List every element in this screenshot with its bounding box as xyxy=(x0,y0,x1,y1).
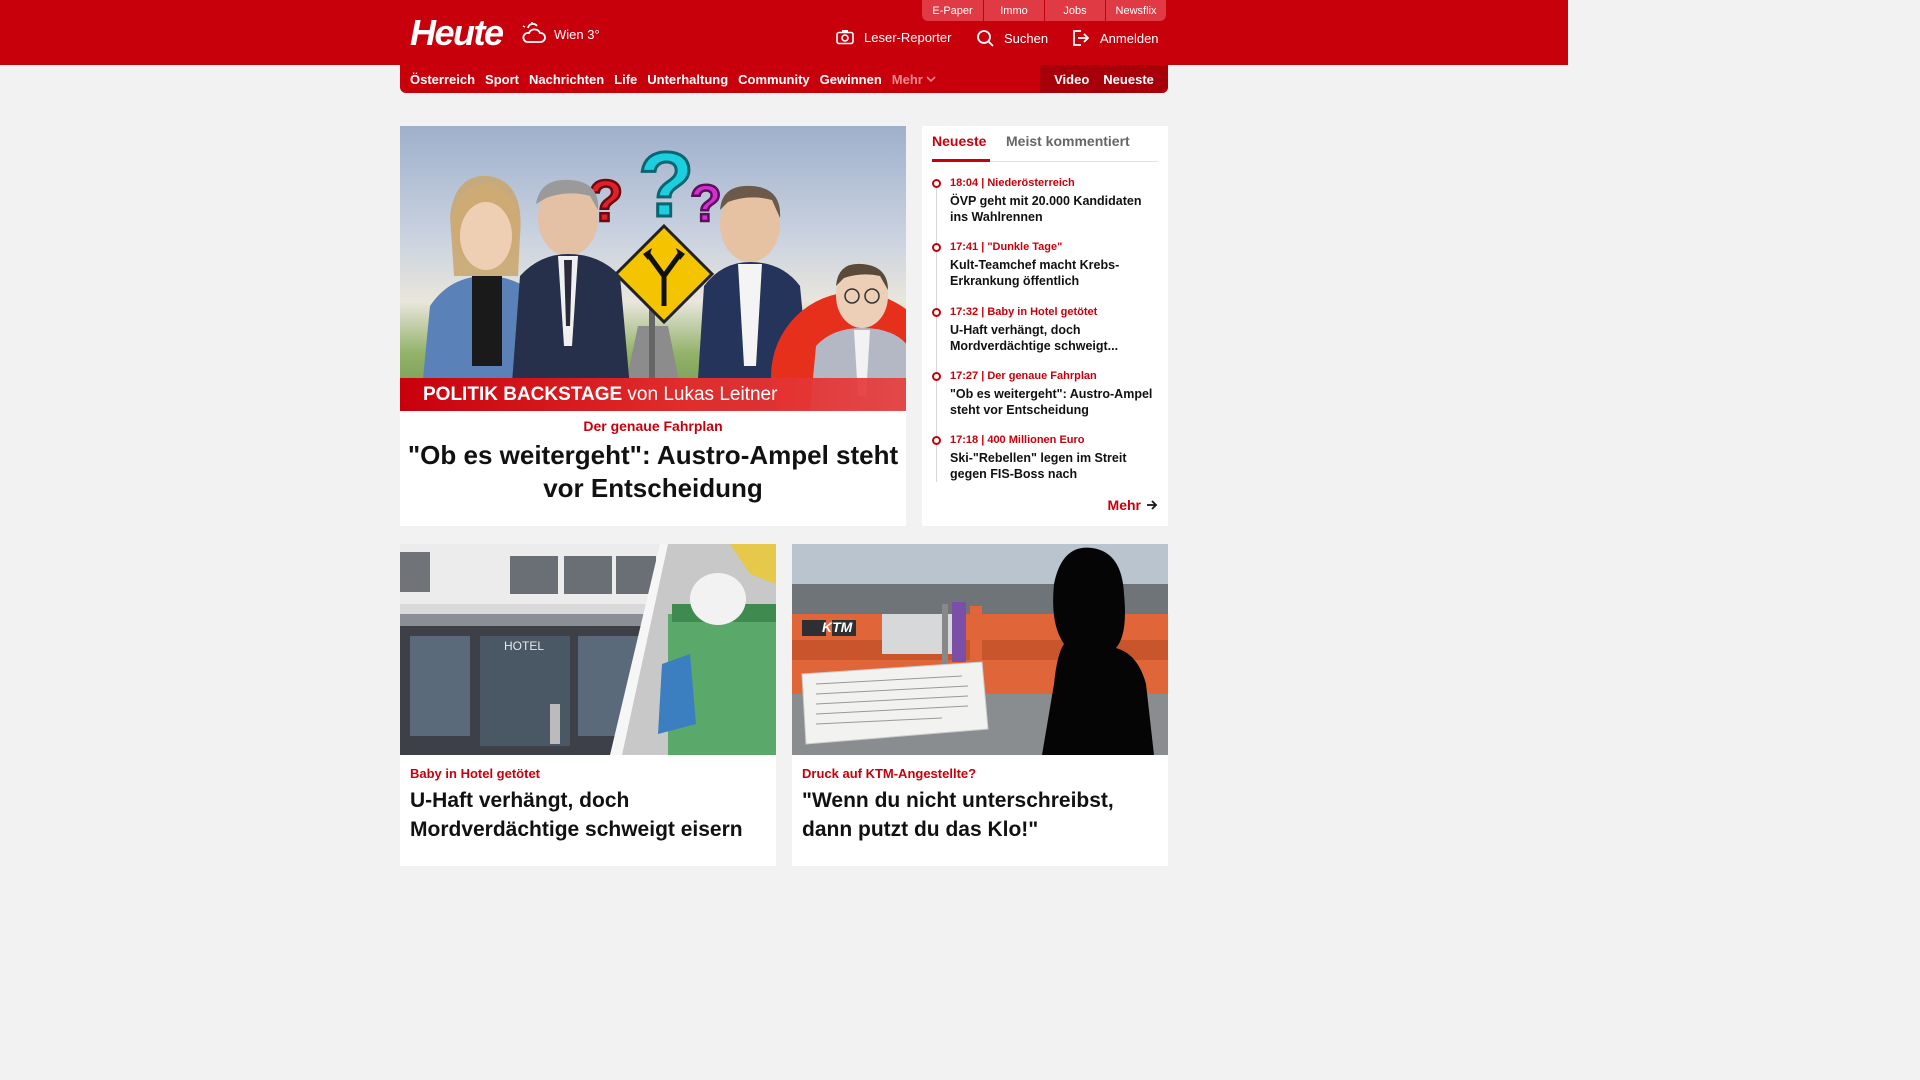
nav-more-label: Mehr xyxy=(891,71,923,87)
sidebar-tabs: Neueste Meist kommentiert xyxy=(932,126,1158,162)
nav-item-life[interactable]: Life xyxy=(614,72,637,87)
hotel-sign-text: HOTEL xyxy=(504,639,544,653)
hero-image[interactable]: ? ? ? xyxy=(400,126,906,410)
leser-reporter-label: Leser-Reporter xyxy=(864,29,952,45)
nav-item-nachrichten[interactable]: Nachrichten xyxy=(529,72,604,87)
weather-label: Wien 3° xyxy=(554,26,600,42)
sidebar-more-link[interactable]: Mehr xyxy=(1108,497,1158,513)
card-image[interactable]: KTM xyxy=(792,544,1168,755)
hero-illustration: ? ? ? xyxy=(420,133,906,410)
news-title[interactable]: Ski-"Rebellen" legen im Streit gegen FIS… xyxy=(950,450,1162,482)
timeline-dot xyxy=(932,243,941,252)
latest-news-sidebar: Neueste Meist kommentiert 18:04 | Nieder… xyxy=(922,126,1168,526)
active-tab-indicator xyxy=(932,159,990,162)
news-title[interactable]: U-Haft verhängt, doch Mordverdächtige sc… xyxy=(950,322,1162,354)
nav-item-unterhaltung[interactable]: Unterhaltung xyxy=(647,72,728,87)
tab-neueste[interactable]: Neueste xyxy=(932,133,986,149)
hero-banner-author: von Lukas Leitner xyxy=(622,384,778,405)
weather-widget[interactable]: Wien 3° xyxy=(520,22,600,46)
main-nav: Österreich Sport Nachrichten Life Unterh… xyxy=(400,65,1168,93)
nav-item-video[interactable]: Video xyxy=(1054,72,1089,87)
top-link-epaper[interactable]: E-Paper xyxy=(922,0,983,21)
top-link-jobs[interactable]: Jobs xyxy=(1044,0,1105,21)
nav-item-oesterreich[interactable]: Österreich xyxy=(410,72,475,87)
hotel-photo: HOTEL xyxy=(400,544,776,755)
search-icon xyxy=(977,30,994,47)
hero-title[interactable]: "Ob es weitergeht": Austro-Ampel steht v… xyxy=(400,439,906,505)
nav-item-community[interactable]: Community xyxy=(738,72,810,87)
card-image[interactable]: HOTEL xyxy=(400,544,776,755)
tab-meist-kommentiert[interactable]: Meist kommentiert xyxy=(1006,133,1130,149)
article-card[interactable]: HOTEL Baby in Hotel getötet U-Haft verhä… xyxy=(400,544,776,866)
site-logo[interactable]: Heute xyxy=(410,12,504,54)
timeline-dot xyxy=(932,372,941,381)
hero-kicker: Der genaue Fahrplan xyxy=(583,418,723,434)
timeline-dot xyxy=(932,308,941,317)
top-links: E-Paper Immo Jobs Newsflix xyxy=(922,0,1166,21)
sidebar-more-label: Mehr xyxy=(1107,497,1141,513)
login-button[interactable]: Anmelden xyxy=(1072,29,1159,47)
hero-article[interactable]: ? ? ? POLITIK BACKSTAGE von Lukas Leitne… xyxy=(400,126,906,526)
news-title[interactable]: "Ob es weitergeht": Austro-Ampel steht v… xyxy=(950,386,1162,418)
chevron-down-icon xyxy=(926,76,936,83)
hero-banner: POLITIK BACKSTAGE von Lukas Leitner xyxy=(400,378,906,411)
card-kicker: Druck auf KTM-Angestellte? xyxy=(802,766,977,781)
top-link-immo[interactable]: Immo xyxy=(983,0,1044,21)
nav-more-dropdown[interactable]: Mehr xyxy=(892,72,936,87)
search-label: Suchen xyxy=(1004,30,1049,46)
login-icon xyxy=(1073,30,1090,46)
news-title[interactable]: Kult-Teamchef macht Krebs-Erkrankung öff… xyxy=(950,257,1162,289)
news-title[interactable]: ÖVP geht mit 20.000 Kandidaten ins Wahlr… xyxy=(950,193,1162,225)
hero-banner-bold: POLITIK BACKSTAGE xyxy=(423,384,623,405)
news-meta: 17:41 | "Dunkle Tage" xyxy=(950,241,1063,253)
site-header: Heute Wien 3° E-Paper Immo Jobs Newsflix… xyxy=(0,0,1568,65)
leser-reporter-button[interactable]: Leser-Reporter xyxy=(836,29,951,45)
news-meta: 17:32 | Baby in Hotel getötet xyxy=(950,306,1098,318)
hero-banner-text: POLITIK BACKSTAGE von Lukas Leitner xyxy=(423,384,777,406)
svg-text:?: ? xyxy=(638,134,694,236)
search-button[interactable]: Suchen xyxy=(976,29,1048,47)
card-kicker: Baby in Hotel getötet xyxy=(410,766,541,781)
nav-item-neueste[interactable]: Neueste xyxy=(1103,72,1154,87)
news-meta: 18:04 | Niederösterreich xyxy=(950,177,1075,189)
card-title[interactable]: U-Haft verhängt, doch Mordverdächtige sc… xyxy=(410,786,770,844)
ktm-logo-text: KTM xyxy=(822,619,853,635)
news-meta: 17:27 | Der genaue Fahrplan xyxy=(950,370,1097,382)
article-card[interactable]: KTM Druck auf KTM-Angestellte? "Wenn du … xyxy=(792,544,1168,866)
news-meta: 17:18 | 400 Millionen Euro xyxy=(950,434,1085,446)
nav-item-gewinnen[interactable]: Gewinnen xyxy=(820,72,882,87)
card-title[interactable]: "Wenn du nicht unterschreibst, dann putz… xyxy=(802,786,1162,844)
cloud-sun-icon xyxy=(522,22,546,43)
top-link-newsflix[interactable]: Newsflix xyxy=(1105,0,1166,21)
timeline-dot xyxy=(932,436,941,445)
arrow-right-icon xyxy=(1147,500,1158,510)
nav-item-sport[interactable]: Sport xyxy=(485,72,519,87)
camera-icon xyxy=(836,30,854,45)
svg-text:?: ? xyxy=(690,175,722,233)
timeline-dot xyxy=(932,179,941,188)
ktm-building-photo: KTM xyxy=(792,544,1168,755)
nav-right-group: Video Neueste xyxy=(1040,65,1168,93)
login-label: Anmelden xyxy=(1100,30,1159,46)
